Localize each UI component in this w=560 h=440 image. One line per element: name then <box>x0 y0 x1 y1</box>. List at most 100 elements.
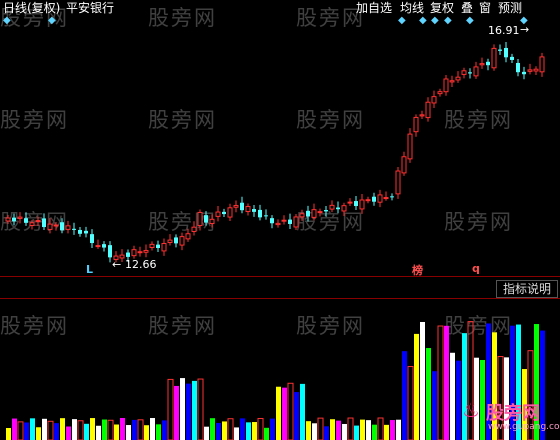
volume-bar <box>294 392 299 440</box>
candle-body <box>24 218 28 223</box>
volume-bar <box>432 371 437 440</box>
volume-bar <box>402 351 407 440</box>
candle-body <box>390 196 394 198</box>
volume-bar <box>6 428 11 440</box>
volume-bar <box>252 422 257 440</box>
volume-bar <box>372 424 377 440</box>
volume-bar <box>162 420 167 440</box>
menu-add-favorite[interactable]: 加自选 <box>356 1 392 15</box>
candle-body <box>498 49 502 51</box>
event-diamond-icon[interactable]: ◆ <box>444 14 452 28</box>
stock-chart-window: 股旁网 股旁网 股旁网 股旁网 股旁网 股旁网 股旁网 股旁网 股旁网 股旁网 … <box>0 0 560 440</box>
candlestick-chart[interactable] <box>0 0 560 275</box>
arrow-left-icon: ← <box>112 258 122 271</box>
event-diamond-icon[interactable]: ◆ <box>3 14 11 28</box>
volume-bar <box>60 418 65 440</box>
volume-bar <box>420 321 425 440</box>
volume-bar <box>144 425 149 440</box>
candle-body <box>264 215 268 217</box>
candle-body <box>131 249 137 257</box>
volume-bar <box>377 417 384 440</box>
volume-bar <box>180 378 185 440</box>
menu-overlay[interactable]: 叠 <box>461 1 473 15</box>
candle-body <box>299 213 305 218</box>
candle-body <box>102 244 106 248</box>
menu-forecast[interactable]: 预测 <box>498 1 522 15</box>
volume-bar <box>120 418 125 440</box>
volume-bar <box>306 421 311 440</box>
volume-bar <box>234 427 239 440</box>
volume-bar <box>330 419 335 440</box>
candle-body <box>275 222 281 226</box>
volume-bar <box>114 424 119 440</box>
candle-body <box>539 56 545 73</box>
volume-bar <box>90 418 95 440</box>
candle-body <box>137 251 143 254</box>
candle-body <box>185 233 191 240</box>
arrow-right-icon: → <box>520 23 530 36</box>
candle-body <box>270 218 274 224</box>
menu-adjust[interactable]: 复权 <box>430 1 454 15</box>
volume-bar <box>24 422 29 440</box>
candle-body <box>449 80 455 83</box>
volume-bar <box>30 418 35 440</box>
candle-body <box>258 209 262 218</box>
candle-body <box>161 242 167 252</box>
volume-bar <box>324 426 329 440</box>
candle-body <box>47 223 53 230</box>
volume-bar <box>96 425 101 440</box>
volume-bar <box>312 423 317 440</box>
candle-body <box>209 218 215 225</box>
marker-l[interactable]: L <box>86 263 93 276</box>
candle-body <box>281 219 287 222</box>
candle-body <box>293 216 299 228</box>
marker-bang[interactable]: 榜 <box>412 262 423 278</box>
candle-body <box>437 91 443 95</box>
volume-bar <box>47 420 54 440</box>
volume-bar <box>342 423 347 440</box>
volume-bar <box>300 383 305 440</box>
candle-body <box>5 217 11 222</box>
candle-body <box>491 47 497 69</box>
indicator-info-button[interactable]: 指标说明 <box>496 280 559 298</box>
logo-url: www.gupang.com <box>488 422 560 432</box>
period-label[interactable]: 日线(复权) <box>3 1 60 15</box>
candle-body <box>431 96 437 104</box>
volume-bar <box>132 419 137 440</box>
volume-bar <box>17 421 24 440</box>
event-diamond-icon[interactable]: ◆ <box>466 14 474 28</box>
candle-body <box>29 222 35 226</box>
event-diamond-icon[interactable]: ◆ <box>431 14 439 28</box>
volume-bar <box>72 419 77 440</box>
volume-bar <box>384 424 389 440</box>
candle-body <box>533 68 539 72</box>
candle-body <box>35 220 41 223</box>
volume-bar <box>240 418 245 440</box>
volume-bar <box>360 419 365 440</box>
candle-body <box>317 211 323 214</box>
candle-body <box>377 194 383 203</box>
candle-body <box>407 133 413 160</box>
candle-body <box>191 226 197 232</box>
volume-bar <box>156 424 161 440</box>
event-diamond-icon[interactable]: ◆ <box>398 14 406 28</box>
volume-bar <box>137 419 144 440</box>
volume-bar <box>186 383 191 440</box>
volume-bar <box>366 420 371 440</box>
candle-body <box>329 204 335 210</box>
menu-moving-average[interactable]: 均线 <box>400 1 424 15</box>
candle-body <box>95 245 101 248</box>
candle-body <box>252 209 256 212</box>
marker-q[interactable]: q <box>472 262 480 275</box>
event-diamond-icon[interactable]: ◆ <box>419 14 427 28</box>
candle-body <box>510 56 514 60</box>
volume-bar <box>414 333 419 440</box>
volume-bar <box>66 426 71 440</box>
candle-body <box>78 229 82 234</box>
event-diamond-icon[interactable]: ◆ <box>48 14 56 28</box>
candle-body <box>108 245 112 258</box>
volume-bar <box>270 418 275 440</box>
menu-window[interactable]: 窗 <box>479 1 491 15</box>
candle-body <box>53 224 59 227</box>
volume-bar <box>216 422 221 440</box>
